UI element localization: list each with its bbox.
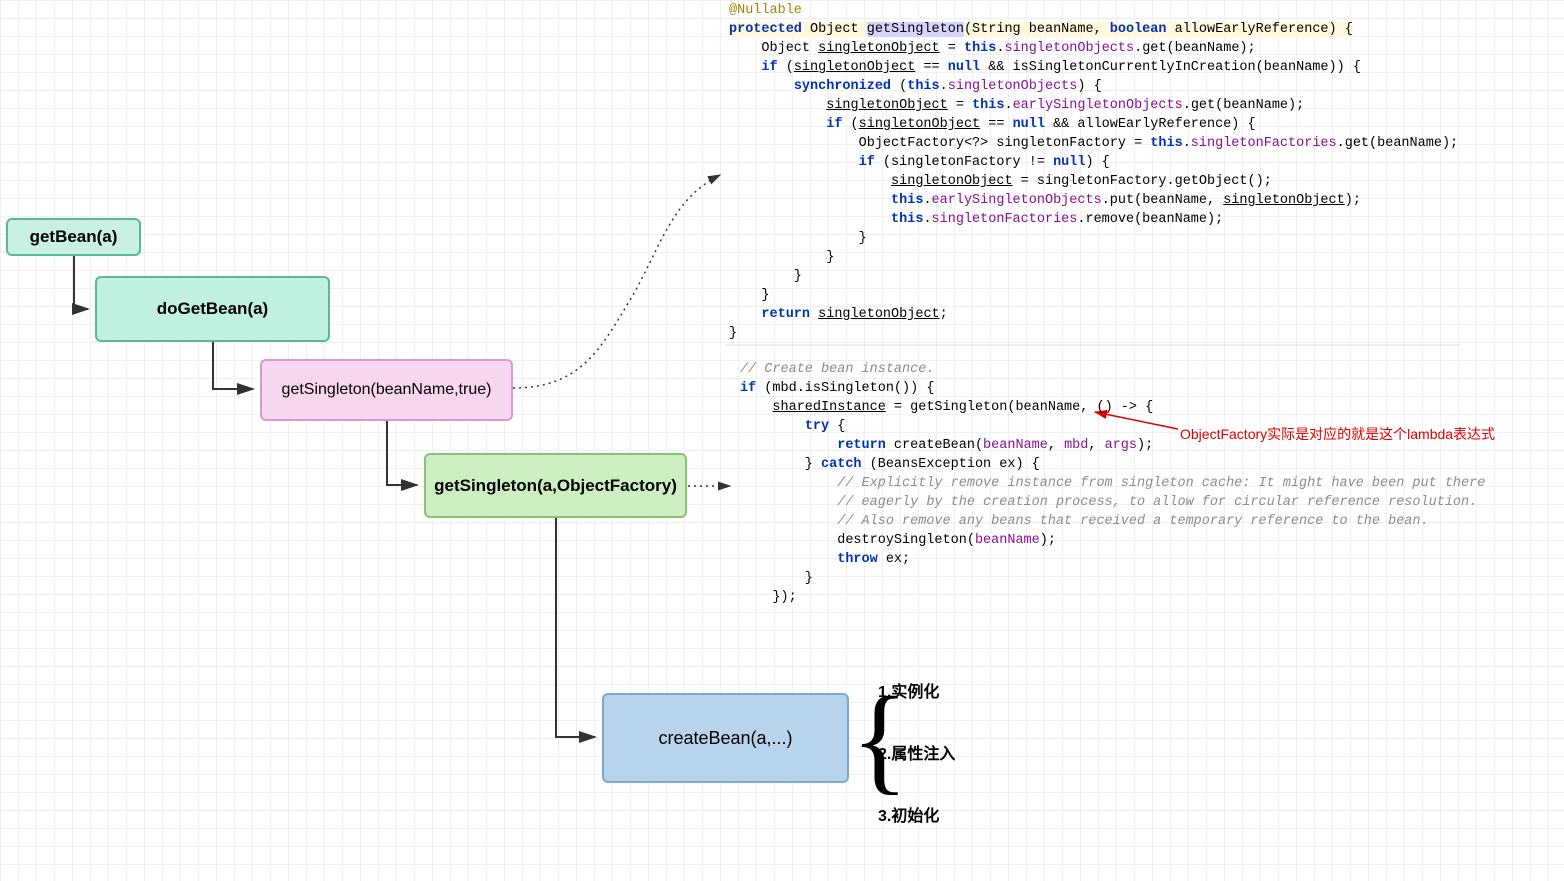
node-getbean: getBean(a)	[6, 218, 141, 256]
step-3: 3.初始化	[878, 802, 955, 826]
lambda-annotation: ObjectFactory实际是对应的就是这个lambda表达式	[1180, 424, 1495, 444]
node-dogetbean: doGetBean(a)	[95, 276, 330, 342]
node-getsingleton2: getSingleton(a,ObjectFactory)	[424, 453, 687, 518]
step-1: 1.实例化	[878, 678, 955, 702]
create-steps: 1.实例化 2.属性注入 3.初始化	[878, 678, 955, 826]
node-getsingleton1: getSingleton(beanName,true)	[260, 359, 513, 421]
code-getsingleton: @Nullable protected Object getSingleton(…	[729, 1, 1458, 343]
step-2: 2.属性注入	[878, 740, 955, 764]
node-createbean: createBean(a,...)	[602, 693, 849, 783]
code-createbean: // Create bean instance. if (mbd.isSingl…	[740, 360, 1485, 607]
